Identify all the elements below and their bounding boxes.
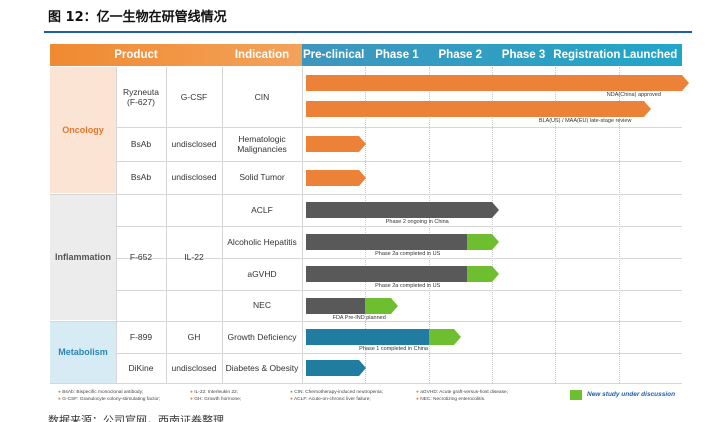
arrow-head-icon	[358, 136, 366, 152]
legend-label: New study under discussion	[587, 391, 676, 398]
stage-header: Phase 1	[375, 49, 419, 61]
footnote-col-1: ● BsAb: Bispecific monoclonal antibody; …	[58, 390, 161, 403]
product-target: IL-22	[184, 252, 204, 263]
progress-bar	[306, 234, 467, 250]
new-study-bar-segment	[428, 329, 454, 345]
stage-header: Phase 3	[501, 49, 546, 61]
progress-bar	[306, 202, 492, 218]
progress-bar	[306, 169, 359, 186]
product-target: undisclosed	[171, 362, 217, 373]
legend-green-swatch	[570, 390, 582, 400]
area-inflammation: Inflammation	[50, 194, 116, 320]
footnote-item: aGVHD: Acute graft-versus-host disease;	[420, 390, 508, 395]
product-name: BsAb	[130, 172, 152, 183]
status-note: Phase 2a completed in US	[375, 283, 441, 289]
area-oncology: Oncology	[50, 67, 116, 193]
indication-label: Hematologic Malignancies	[237, 133, 287, 154]
progress-bar	[306, 75, 682, 91]
product-name: F-899	[129, 331, 153, 342]
footnote-col-2: ● IL-22: Interleukin 22; ● GH: Growth ho…	[190, 390, 242, 403]
arrow-head-icon	[358, 169, 366, 186]
progress-bar	[306, 329, 429, 345]
status-note: BLA(US) / MAA(EU) late-stage review	[538, 118, 632, 124]
progress-bar	[306, 101, 644, 117]
indication-label: CIN	[254, 91, 270, 102]
header-product: Product	[114, 49, 158, 61]
status-note: Phase 2a completed in US	[375, 251, 441, 257]
stage-header: Registration	[553, 49, 621, 61]
progress-bar	[306, 136, 359, 152]
product-target: G-CSF	[180, 91, 208, 102]
product-target: undisclosed	[171, 138, 217, 149]
indication-label: NEC	[253, 300, 271, 311]
arrow-head-icon	[390, 297, 398, 314]
area-metabolism: Metabolism	[50, 321, 116, 383]
footnote-item: NEC: Necrotizing enterocolitis.	[420, 397, 486, 403]
progress-bar	[306, 266, 467, 282]
product-target: GH	[187, 331, 201, 342]
row-divider	[50, 383, 682, 384]
indication-label: Alcoholic Hepatitis	[227, 236, 297, 247]
footnote-item: BsAb: Bispecific monoclonal antibody;	[62, 390, 144, 395]
figure-title: 图 12：亿一生物在研管线情况	[48, 10, 227, 25]
footnote-col-3: ● CIN: Chemotherapy-induced neutropenia;…	[290, 390, 384, 403]
column-divider	[302, 67, 303, 383]
product-name: F-652	[129, 252, 153, 263]
arrow-head-icon	[358, 360, 366, 376]
status-note: Phase 1 completed in China	[359, 346, 428, 352]
footnote-item: CIN: Chemotherapy-induced neutropenia;	[294, 390, 384, 395]
product-target: undisclosed	[171, 172, 217, 183]
product-name: BsAb	[130, 138, 152, 149]
progress-bar	[306, 297, 366, 314]
status-note: NDA(China) approved	[606, 92, 661, 98]
arrow-head-icon	[491, 234, 499, 250]
stage-header: Launched	[622, 49, 678, 61]
footnote-item: GH: Growth hormone;	[194, 397, 242, 403]
status-note: Phase 2 ongoing in China	[385, 219, 449, 225]
indication-label: Diabetes & Obesity	[225, 362, 299, 373]
footnote-item: ACLF: Acute-on-chronic liver failure;	[293, 397, 371, 403]
stage-header: Pre-clinical	[302, 49, 365, 61]
arrow-head-icon	[491, 266, 499, 282]
arrow-head-icon	[643, 101, 651, 117]
product-name: DiKine	[128, 362, 154, 373]
source-note: 数据来源：公司官网，西南证券整理	[48, 414, 224, 422]
footnote-item: IL-22: Interleukin 22;	[194, 390, 238, 395]
arrow-head-icon	[453, 329, 461, 345]
footnote-item: G-CSF: Granulocyte colony-stimulating fa…	[62, 397, 161, 403]
new-study-bar-segment	[466, 266, 492, 282]
new-study-bar-segment	[466, 234, 492, 250]
arrow-head-icon	[491, 202, 499, 218]
indication-label: aGVHD	[247, 268, 277, 279]
indication-label: ACLF	[251, 204, 273, 215]
stage-header: Phase 2	[438, 49, 482, 61]
indication-label: Solid Tumor	[239, 172, 285, 183]
indication-label: Growth Deficiency	[227, 331, 297, 342]
status-note: FDA Pre-IND planned	[332, 314, 386, 321]
header-indication: Indication	[234, 49, 290, 61]
product-name: Ryzneuta (F-627)	[123, 86, 159, 107]
new-study-bar-segment	[365, 297, 391, 314]
progress-bar	[306, 360, 359, 376]
arrow-head-icon	[681, 75, 689, 91]
footnote-col-4: ● aGVHD: Acute graft-versus-host disease…	[416, 390, 508, 403]
